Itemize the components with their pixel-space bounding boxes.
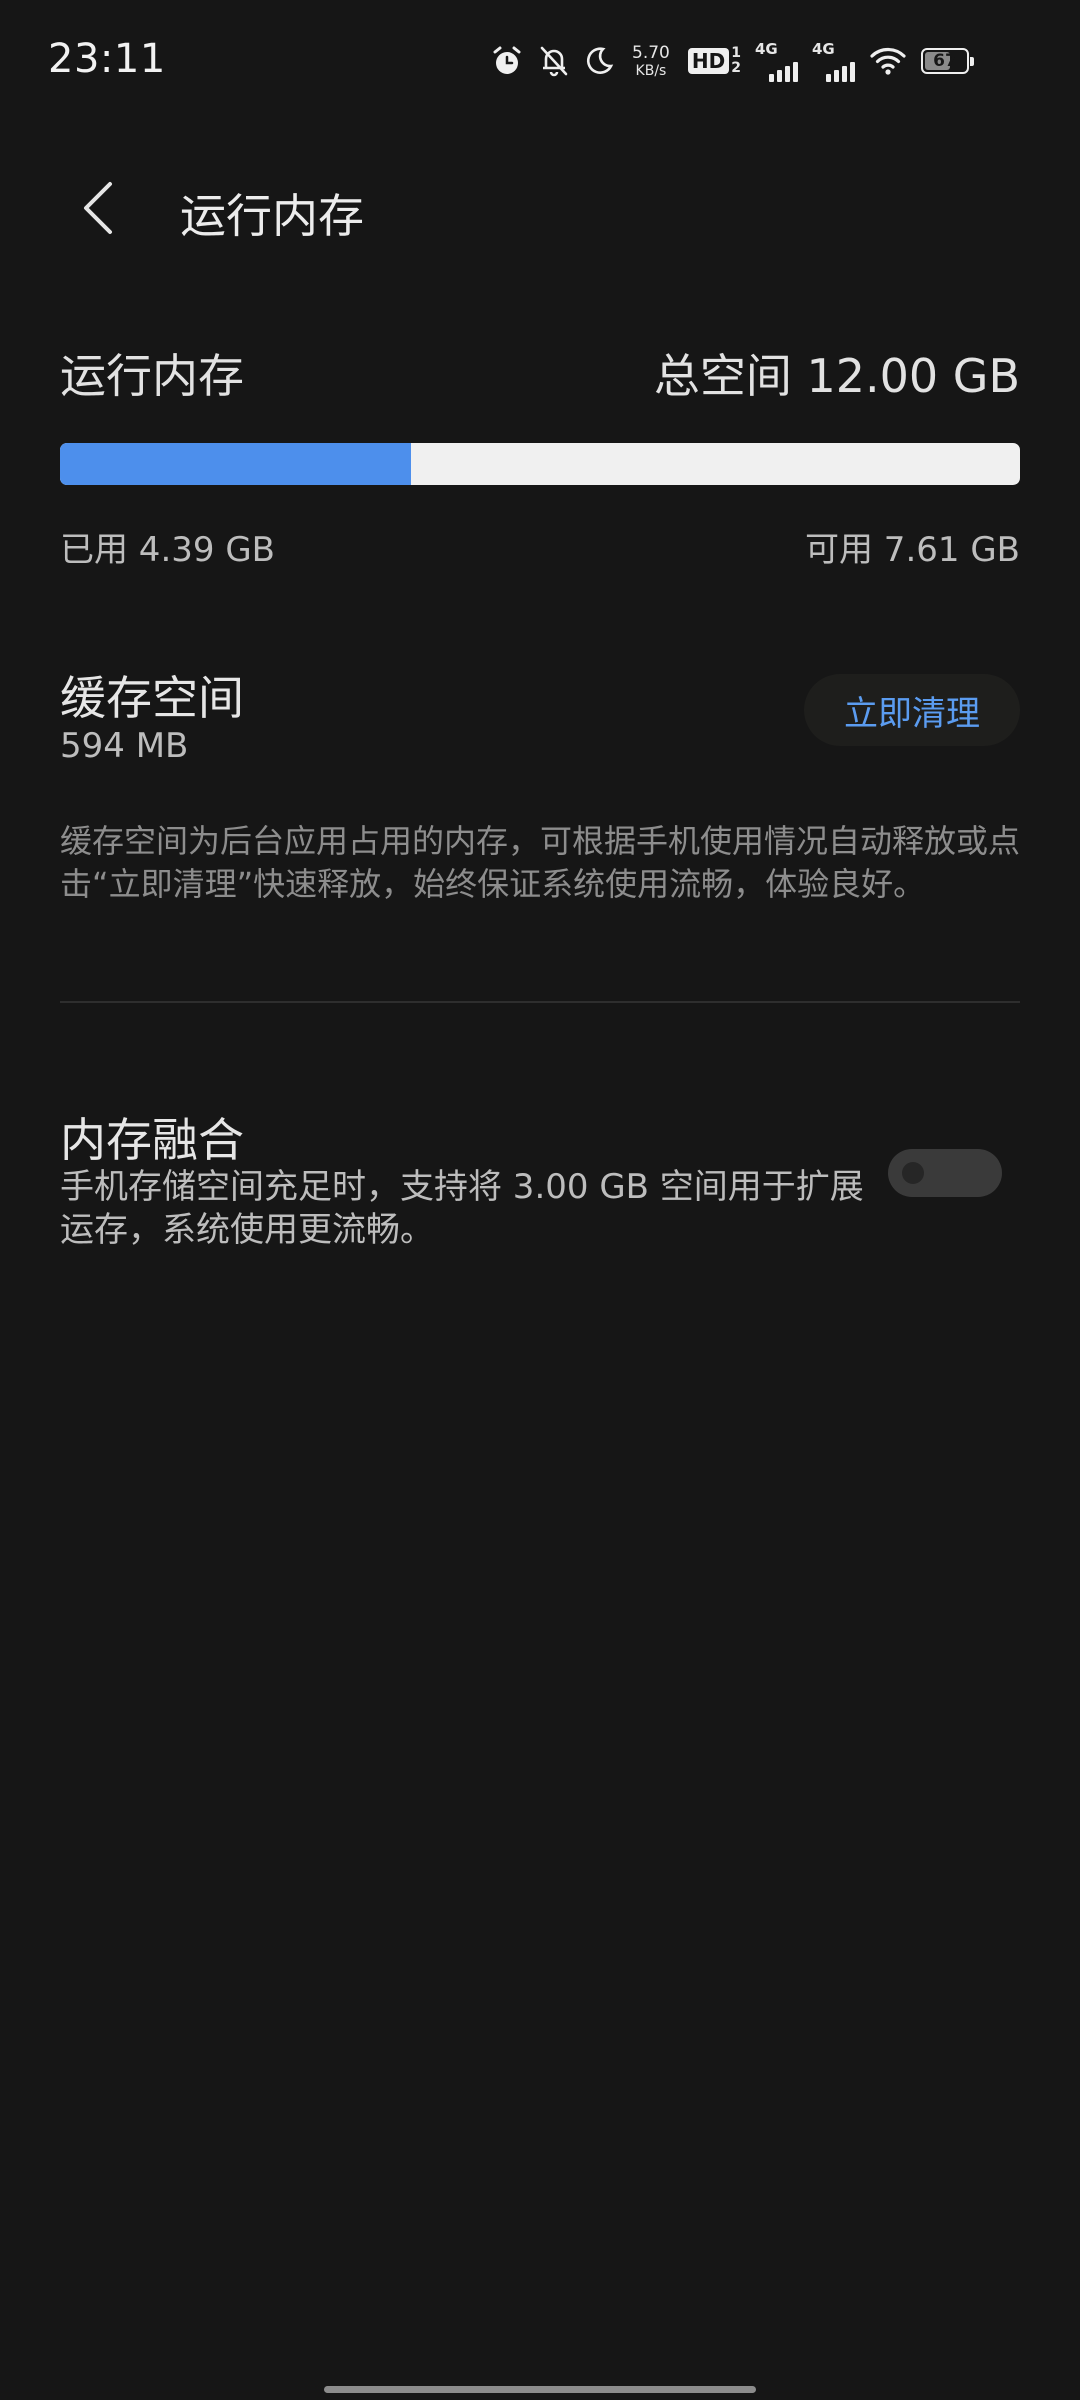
divider [60,1001,1020,1003]
memory-fusion-toggle[interactable] [888,1149,1002,1197]
signal-sim1-label: 4G [754,40,778,58]
bell-off-icon [538,44,570,78]
memory-fusion-title: 内存融合 [60,1113,244,1167]
memory-fusion-description: 手机存储空间充足时，支持将 3.00 GB 空间用于扩展运存，系统使用更流畅。 [60,1167,864,1250]
memory-settings-screen: 23:11 5.70 KB/s HD 1 2 4G 4G 67 运行内存 运行内… [0,0,1080,2400]
chevron-left-icon [84,182,112,234]
hd-sim-top: 1 [731,45,741,61]
signal-sim1-icon: 4G [755,40,798,82]
battery-percent: 67 [933,51,957,71]
cache-size: 594 MB [60,726,189,766]
toggle-knob [902,1162,924,1184]
memory-usage-fill [60,443,412,485]
memory-usage-bar [60,443,1020,485]
network-speed: 5.70 KB/s [632,42,670,79]
clean-now-button[interactable]: 立即清理 [804,674,1020,746]
alarm-icon [490,44,524,78]
memory-label: 运行内存 [60,349,244,403]
hd-label: HD [687,48,730,74]
moon-icon [584,46,614,76]
home-indicator[interactable] [324,2386,756,2393]
hd-voice-badge: HD 1 2 [687,45,741,76]
network-speed-unit: KB/s [635,62,667,79]
signal-sim2-label: 4G [811,40,835,58]
status-time: 23:11 [48,36,166,82]
network-speed-value: 5.70 [632,42,670,63]
status-bar: 23:11 5.70 KB/s HD 1 2 4G 4G 67 [0,0,1080,120]
hd-sim-bottom: 2 [731,60,741,76]
back-button[interactable] [66,178,126,238]
cache-title: 缓存空间 [60,671,244,725]
memory-used: 已用 4.39 GB [60,530,275,570]
battery-icon: 67 [920,48,974,74]
page-title: 运行内存 [180,189,364,243]
wifi-icon [869,46,907,76]
memory-free: 可用 7.61 GB [805,530,1020,570]
signal-sim2-icon: 4G [812,40,855,82]
cache-description: 缓存空间为后台应用占用的内存，可根据手机使用情况自动释放或点击“立即清理”快速释… [60,822,1021,903]
status-icons: 5.70 KB/s HD 1 2 4G 4G 67 [490,36,974,86]
memory-total: 总空间 12.00 GB [653,349,1020,403]
